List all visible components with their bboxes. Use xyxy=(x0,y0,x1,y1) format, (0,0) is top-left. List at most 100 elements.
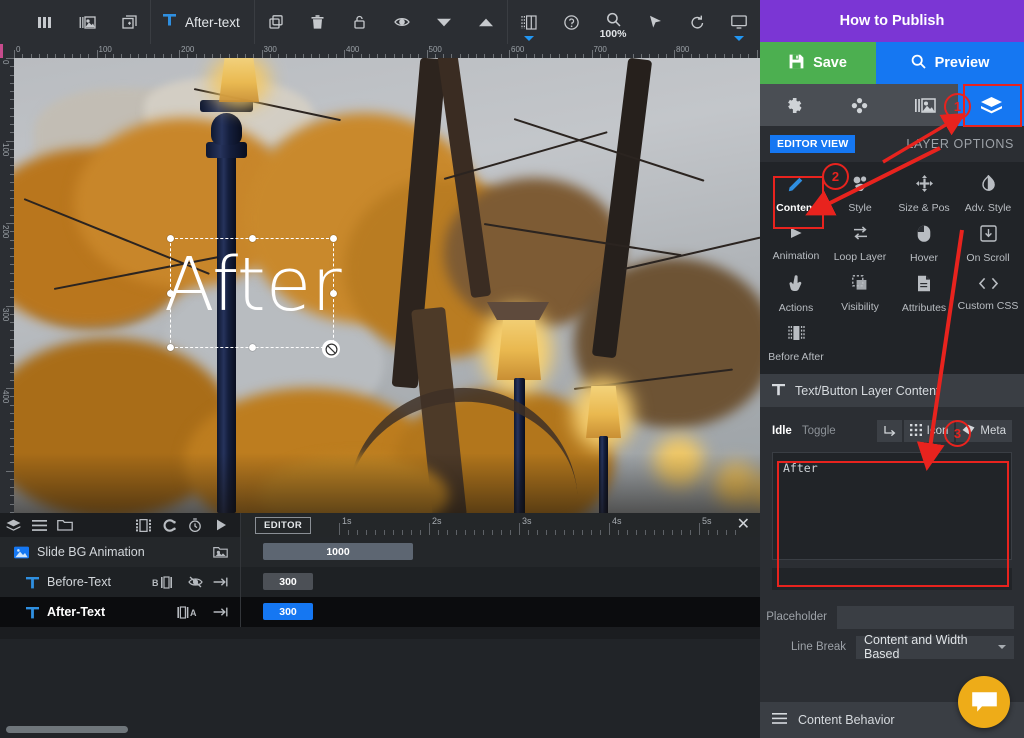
end-icon[interactable] xyxy=(213,606,228,618)
layer-option-loop-layer[interactable]: Loop Layer xyxy=(828,220,892,268)
slide-library-icon[interactable] xyxy=(66,0,108,44)
eye-icon[interactable] xyxy=(381,0,423,44)
chat-bubble-icon[interactable] xyxy=(958,676,1010,728)
content-section-header[interactable]: Text/Button Layer Content xyxy=(760,374,1024,407)
icon-button[interactable]: Icon xyxy=(903,420,955,442)
layer-option-adv-style[interactable]: Adv. Style xyxy=(956,170,1020,218)
help-icon[interactable] xyxy=(550,0,592,44)
ruler-label: 0 xyxy=(1,60,10,65)
layer-option-style[interactable]: Style xyxy=(828,170,892,218)
resize-handle-bl[interactable] xyxy=(167,344,174,351)
lantern-cap xyxy=(487,302,549,320)
eye-off-icon[interactable] xyxy=(188,576,203,588)
layer-option-custom-css[interactable]: Custom CSS xyxy=(956,270,1020,318)
timeline-row-track[interactable]: 300 xyxy=(240,567,760,597)
timeline-bar[interactable]: 300 xyxy=(263,573,313,590)
content-textarea[interactable] xyxy=(772,452,1012,560)
folder-icon[interactable] xyxy=(52,513,78,537)
before-icon[interactable]: B xyxy=(152,575,178,589)
columns-icon[interactable] xyxy=(24,0,66,44)
pointer-icon[interactable] xyxy=(634,0,676,44)
layer-option-actions[interactable]: Actions xyxy=(764,270,828,318)
split-view-icon[interactable] xyxy=(508,0,550,44)
tab-slides[interactable] xyxy=(892,84,958,126)
layer-option-attributes[interactable]: Attributes xyxy=(892,270,956,318)
stopwatch-icon[interactable] xyxy=(182,513,208,537)
layer-option-content[interactable]: Content xyxy=(764,170,828,218)
timeline-row-track[interactable]: 1000 xyxy=(240,537,760,567)
horizontal-ruler[interactable]: 0 100 200 300 400 500 600 700 800 xyxy=(0,44,760,58)
move-down-icon[interactable] xyxy=(423,0,465,44)
tab-settings[interactable] xyxy=(760,84,826,126)
placeholder-input[interactable] xyxy=(837,605,1014,629)
timeline-row[interactable]: Before-Text B 300 xyxy=(0,567,760,597)
placeholder-label: Placeholder xyxy=(766,611,827,623)
copy-icon[interactable] xyxy=(255,0,297,44)
timeline-time-label: 3s xyxy=(522,516,532,526)
list-icon[interactable] xyxy=(26,513,52,537)
layer-option-size-pos[interactable]: Size & Pos xyxy=(892,170,956,218)
timeline-row[interactable]: After-Text A 300 xyxy=(0,597,760,627)
zoom-icon[interactable]: 100% xyxy=(592,0,634,44)
after-icon[interactable]: A xyxy=(177,605,203,619)
play-icon[interactable] xyxy=(208,513,234,537)
canvas-text-layer[interactable]: After xyxy=(164,248,342,322)
trash-icon[interactable] xyxy=(297,0,339,44)
timeline-row-track[interactable]: 300 xyxy=(240,597,760,627)
scroll-down-icon xyxy=(979,224,997,247)
end-icon[interactable] xyxy=(213,576,228,588)
move-up-icon[interactable] xyxy=(465,0,507,44)
layer-option-on-scroll[interactable]: On Scroll xyxy=(956,220,1020,268)
save-button[interactable]: Save xyxy=(760,42,876,84)
state-tabs-row: Idle Toggle Icon Meta xyxy=(772,417,1012,445)
state-tab-idle[interactable]: Idle xyxy=(772,425,792,437)
editor-toolbar: After-text 100% xyxy=(0,0,760,44)
timeline-bar[interactable]: 1000 xyxy=(263,543,413,560)
state-tab-toggle[interactable]: Toggle xyxy=(802,425,836,437)
save-label: Save xyxy=(813,55,847,71)
preview-device-icon[interactable] xyxy=(718,0,760,44)
line-break-select[interactable]: Content and Width Based xyxy=(856,633,1014,661)
layers-icon[interactable] xyxy=(0,513,26,537)
rotate-handle-icon[interactable] xyxy=(322,340,340,358)
vertical-ruler[interactable]: 0 100 200 300 400 xyxy=(0,58,14,513)
close-icon[interactable]: ✕ xyxy=(737,517,750,533)
preview-button[interactable]: Preview xyxy=(876,42,1024,84)
resize-handle-bc[interactable] xyxy=(249,344,256,351)
slide-background-image xyxy=(14,58,760,513)
resize-handle-tl[interactable] xyxy=(167,235,174,242)
selected-layer[interactable]: After-text xyxy=(151,0,254,44)
layer-option-visibility[interactable]: Visibility xyxy=(828,270,892,318)
reset-icon[interactable] xyxy=(676,0,718,44)
filmstrip-icon[interactable] xyxy=(130,513,156,537)
horizontal-scrollbar[interactable] xyxy=(6,726,128,733)
image-layer-icon xyxy=(14,546,29,559)
tab-layers[interactable] xyxy=(958,84,1024,126)
tab-navigation[interactable] xyxy=(826,84,892,126)
layer-option-hover[interactable]: Hover xyxy=(892,220,956,268)
layer-option-label: Hover xyxy=(909,251,938,264)
ruler-label: 0 xyxy=(16,45,21,54)
timeline-tools xyxy=(130,513,240,537)
zoom-level: 100% xyxy=(599,28,627,40)
resize-handle-tc[interactable] xyxy=(249,235,256,242)
editor-view-badge[interactable]: EDITOR VIEW xyxy=(770,135,856,153)
layer-option-animation[interactable]: Animation xyxy=(764,220,828,268)
indent-icon[interactable] xyxy=(876,420,902,442)
timeline-bar[interactable]: 300 xyxy=(263,603,313,620)
resize-handle-tr[interactable] xyxy=(330,235,337,242)
media-icon[interactable] xyxy=(213,546,228,558)
meta-button[interactable]: Meta xyxy=(956,420,1012,442)
loop-icon[interactable] xyxy=(156,513,182,537)
layer-option-label: Custom CSS xyxy=(957,299,1019,312)
lock-icon[interactable] xyxy=(339,0,381,44)
slide-canvas[interactable]: After xyxy=(14,58,760,513)
panel-tabs xyxy=(760,84,1024,126)
editor-mode-button[interactable]: EDITOR xyxy=(255,517,312,534)
timeline-ruler[interactable]: EDITOR 1s 2s 3s 4s 5s ✕ xyxy=(240,513,760,537)
timeline-row[interactable]: Slide BG Animation 1000 xyxy=(0,537,760,567)
layer-option-before-after[interactable]: Before After xyxy=(764,320,828,368)
add-slide-icon[interactable] xyxy=(108,0,150,44)
timeline-panel: EDITOR 1s 2s 3s 4s 5s ✕ Slide BG Animation 10… xyxy=(0,513,760,738)
